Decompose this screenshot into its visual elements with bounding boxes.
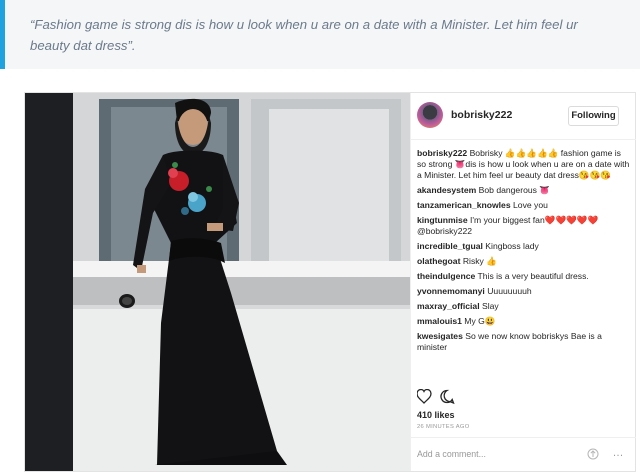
post-photo[interactable] xyxy=(25,93,410,471)
blockquote: “Fashion game is strong dis is how u loo… xyxy=(0,0,640,69)
post-sidebar: bobrisky222 Following bobrisky222 Bobris… xyxy=(410,93,636,471)
comment-item: theindulgence This is a very beautiful d… xyxy=(417,271,631,282)
comment-username[interactable]: maxray_official xyxy=(417,301,480,311)
comment-username[interactable]: theindulgence xyxy=(417,271,475,281)
comment-text: Uuuuuuuuh xyxy=(487,286,532,296)
comment-item: tanzamerican_knowles Love you xyxy=(417,200,631,211)
post-actions xyxy=(416,388,477,405)
comment-username[interactable]: tanzamerican_knowles xyxy=(417,200,511,210)
comment-username[interactable]: akandesystem xyxy=(417,185,476,195)
photo-illustration xyxy=(25,93,410,471)
comment-icon[interactable] xyxy=(440,389,455,405)
comment-rows: akandesystem Bob dangerous 👅 tanzamerican… xyxy=(417,185,631,353)
avatar[interactable] xyxy=(417,102,443,128)
quote-text: “Fashion game is strong dis is how u loo… xyxy=(30,17,578,53)
comment-item: incredible_tgual Kingboss lady xyxy=(417,241,631,252)
add-comment-bar: … xyxy=(411,437,636,471)
comment-username[interactable]: incredible_tgual xyxy=(417,241,483,251)
comment-item: akandesystem Bob dangerous 👅 xyxy=(417,185,631,196)
upload-icon[interactable] xyxy=(587,448,599,460)
following-button[interactable]: Following xyxy=(568,106,619,126)
comment-username[interactable]: kingtunmise xyxy=(417,215,468,225)
comment-item: mmalouis1 My G😃 xyxy=(417,316,631,327)
comment-text: Love you xyxy=(513,200,548,210)
comment-item: yvonnemomanyi Uuuuuuuuh xyxy=(417,286,631,297)
comment-text: My G😃 xyxy=(464,316,496,326)
more-icon[interactable]: … xyxy=(611,447,625,461)
comment-text: This is a very beautiful dress. xyxy=(477,271,589,281)
likes-count[interactable]: 410 likes xyxy=(417,410,455,420)
comment-username[interactable]: kwesigates xyxy=(417,331,463,341)
post-username[interactable]: bobrisky222 xyxy=(451,109,512,121)
comments-list[interactable]: bobrisky222 Bobrisky 👍👍👍👍👍 fashion game … xyxy=(417,148,631,430)
comment-item: maxray_official Slay xyxy=(417,301,631,312)
comment-item: kwesigates So we now know bobriskys Bae … xyxy=(417,331,631,353)
caption: bobrisky222 Bobrisky 👍👍👍👍👍 fashion game … xyxy=(417,148,631,181)
comment-text: Kingboss lady xyxy=(485,241,539,251)
caption-username[interactable]: bobrisky222 xyxy=(417,148,467,158)
add-comment-input[interactable] xyxy=(417,447,567,461)
heart-icon[interactable] xyxy=(416,388,432,404)
post-header: bobrisky222 Following xyxy=(411,93,636,140)
instagram-embed: bobrisky222 Following bobrisky222 Bobris… xyxy=(24,92,636,472)
comment-username[interactable]: olathegoat xyxy=(417,256,460,266)
comment-text: Risky 👍 xyxy=(462,256,497,266)
comment-item: olathegoat Risky 👍 xyxy=(417,256,631,267)
comment-item: kingtunmise I'm your biggest fan❤️❤️❤️❤️… xyxy=(417,215,631,237)
comment-text: Bob dangerous 👅 xyxy=(478,185,551,195)
comment-username[interactable]: yvonnemomanyi xyxy=(417,286,485,296)
comment-text: Slay xyxy=(481,301,499,311)
comment-username[interactable]: mmalouis1 xyxy=(417,316,462,326)
post-timestamp: 26 MINUTES AGO xyxy=(417,424,470,430)
